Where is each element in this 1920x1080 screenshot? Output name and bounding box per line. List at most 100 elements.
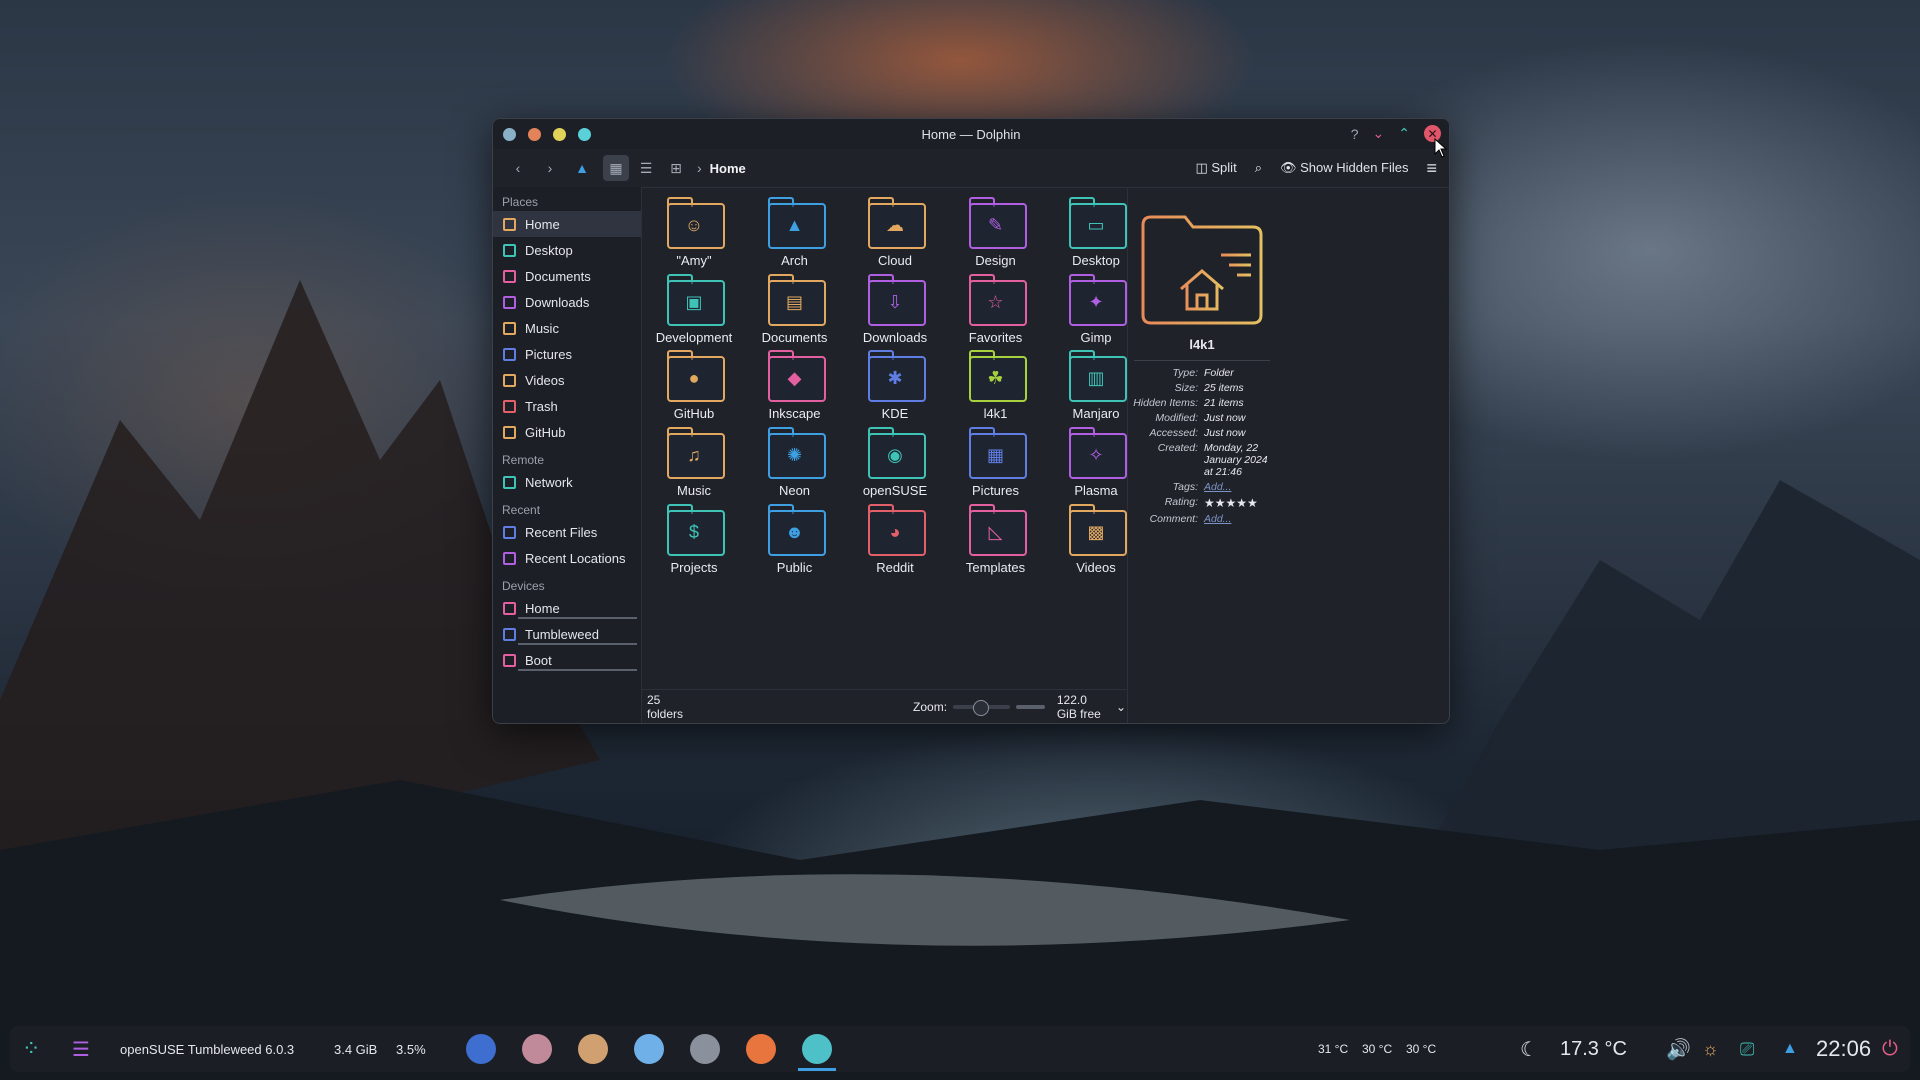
discover-app-icon[interactable]	[634, 1034, 664, 1064]
network-icon[interactable]: ⎚	[1740, 1039, 1754, 1060]
pin-dot-orange[interactable]	[528, 127, 541, 141]
pin-dot-yellow[interactable]	[553, 127, 566, 141]
maximize-icon[interactable]: ⌃	[1398, 125, 1410, 142]
icons-view-button[interactable]: ▦	[603, 155, 629, 181]
folder-emblem-icon: ♫	[687, 445, 701, 466]
sidebar-item-recent-files[interactable]: Recent Files	[493, 519, 641, 545]
folder-emblem-icon: ☺	[684, 215, 704, 235]
desktop-icon	[503, 243, 516, 257]
pictures-icon	[503, 347, 516, 361]
forward-button[interactable]: ›	[539, 160, 561, 176]
sidebar-item-music[interactable]: Music	[493, 315, 641, 341]
sidebar-item-trash[interactable]: Trash	[493, 393, 641, 419]
taskbar: ⁘ ☰ openSUSE Tumbleweed 6.0.3 3.4 GiB 3.…	[10, 1026, 1910, 1072]
folder-icon: ▲	[766, 197, 826, 249]
info-row: Modified: Just now	[1128, 412, 1276, 424]
folder-item[interactable]: ☻ Public	[740, 496, 850, 586]
up-button[interactable]: ▲	[571, 160, 593, 176]
help-icon[interactable]: ?	[1351, 126, 1359, 142]
info-value[interactable]: Add...	[1204, 481, 1276, 493]
device-usage-bar	[518, 617, 637, 619]
show-hidden-files-button[interactable]: 👁 Show Hidden Files	[1280, 160, 1409, 176]
folder-emblem-icon: ✱	[887, 368, 903, 389]
free-space: 122.0 GiB free	[1056, 693, 1101, 721]
folder-emblem-icon: ◉	[887, 445, 903, 466]
folder-emblem-icon: ▤	[785, 291, 803, 312]
volume-icon[interactable]: 🔊	[1666, 1037, 1691, 1062]
sidebar-item-documents[interactable]: Documents	[493, 263, 641, 289]
folder-emblem-icon: ◺	[988, 521, 1003, 542]
zoom-slider-handle[interactable]	[973, 700, 990, 716]
sidebar-item-network[interactable]: Network	[493, 469, 641, 495]
sidebar-item-desktop[interactable]: Desktop	[493, 237, 641, 263]
selected-name: l4k1	[1189, 337, 1215, 352]
power-icon[interactable]: ⏻	[1882, 1038, 1898, 1061]
zoom-slider[interactable]	[953, 700, 1010, 716]
folder-item[interactable]: ◺ Templates	[941, 496, 1051, 586]
info-key: Size:	[1174, 382, 1198, 394]
inkscape-app-icon[interactable]	[578, 1034, 608, 1064]
folder-icon: ▩	[1067, 503, 1127, 556]
split-icon: ◫	[1195, 160, 1212, 175]
active-task-indicator	[798, 1068, 836, 1071]
info-key: Rating:	[1164, 496, 1198, 508]
app-launcher-icon[interactable]: ⁘	[22, 1036, 40, 1062]
hamburger-menu-icon[interactable]: ≡	[1426, 158, 1437, 179]
tray-expand-icon[interactable]: ▲	[1782, 1040, 1798, 1058]
minimize-icon[interactable]: ⌄	[1373, 125, 1385, 142]
info-value: Just now	[1204, 412, 1246, 424]
settings-app-icon[interactable]	[690, 1034, 720, 1064]
chevron-down-icon[interactable]: ⌄	[1116, 700, 1126, 714]
folder-emblem-icon: ☁	[886, 215, 904, 235]
folder-item[interactable]: $ Projects	[639, 496, 749, 586]
compact-view-button[interactable]: ☰	[633, 155, 659, 181]
sidebar-item-recent-locations[interactable]: Recent Locations	[493, 545, 641, 571]
task-switcher-icon[interactable]: ☰	[72, 1037, 90, 1062]
sidebar-item-label: Downloads	[525, 294, 590, 310]
sidebar-item-label: GitHub	[525, 424, 566, 440]
folder-icon: ✦	[1067, 273, 1127, 326]
pin-dot-cyan[interactable]	[578, 127, 591, 141]
sidebar-item-boot[interactable]: Boot	[493, 647, 641, 673]
dolphin-app-icon[interactable]	[802, 1034, 832, 1064]
details-view-button[interactable]: ⊞	[663, 155, 689, 181]
info-value[interactable]: ★★★★★	[1204, 496, 1276, 510]
mouse-cursor-icon	[1434, 138, 1448, 158]
split-button[interactable]: ◫ Split	[1195, 160, 1236, 176]
temp-2: 30 °C	[1362, 1042, 1393, 1056]
sidebar-item-label: Videos	[525, 372, 565, 388]
back-button[interactable]: ‹	[507, 160, 529, 176]
folder-emblem-icon: ▥	[1087, 368, 1105, 389]
folder-icon: ◺	[967, 503, 1027, 556]
folder-item[interactable]: ◕ Reddit	[840, 496, 950, 586]
sidebar-item-home[interactable]: Home	[493, 595, 641, 621]
breadcrumb[interactable]: Home	[710, 161, 746, 176]
sidebar-item-home[interactable]: Home	[493, 211, 641, 237]
folder-icon: ◕	[866, 503, 926, 556]
sidebar-item-tumbleweed[interactable]: Tumbleweed	[493, 621, 641, 647]
folder-label: Public	[776, 559, 813, 575]
sidebar-item-pictures[interactable]: Pictures	[493, 341, 641, 367]
night-light-icon[interactable]: ☼	[1702, 1039, 1719, 1060]
search-icon[interactable]: ⌕	[1255, 160, 1262, 176]
sidebar-item-label: Tumbleweed	[525, 626, 599, 642]
info-value[interactable]: Add...	[1204, 513, 1276, 525]
folder-emblem-icon: ▲	[785, 215, 804, 235]
weather-icon[interactable]: ☾	[1520, 1037, 1538, 1062]
firefox-app-icon[interactable]	[746, 1034, 776, 1064]
sidebar-item-label: Desktop	[525, 242, 573, 258]
sidebar-item-downloads[interactable]: Downloads	[493, 289, 641, 315]
info-key: Comment:	[1149, 513, 1198, 525]
system-monitor-app-icon[interactable]	[466, 1034, 496, 1064]
weather-temp[interactable]: 17.3 °C	[1560, 1038, 1627, 1061]
clock[interactable]: 22:06	[1816, 1036, 1871, 1062]
folder-icon: ♫	[665, 427, 725, 480]
folder-emblem-icon: ✧	[1088, 445, 1104, 466]
sidebar-item-github[interactable]: GitHub	[493, 419, 641, 445]
folder-icon: ☻	[766, 503, 826, 556]
window-title: Home — Dolphin	[921, 126, 1021, 142]
sidebar-item-videos[interactable]: Videos	[493, 367, 641, 393]
folder-emblem-icon: ✦	[1088, 291, 1104, 312]
gimp-app-icon[interactable]	[522, 1034, 552, 1064]
window-menu-icon[interactable]	[503, 127, 516, 141]
